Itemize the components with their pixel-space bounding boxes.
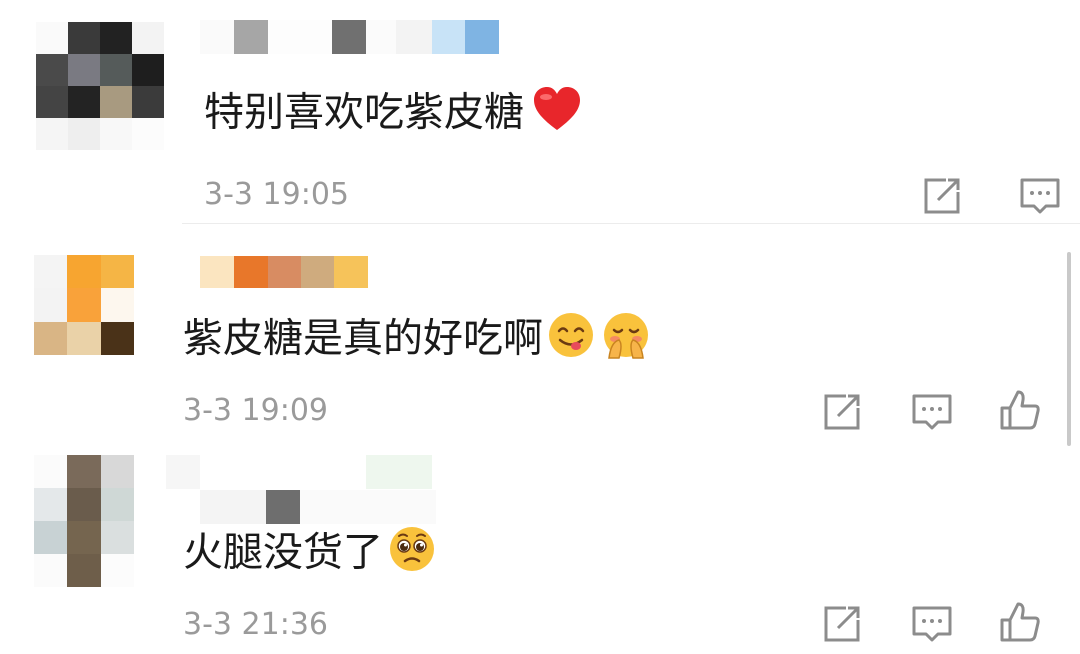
reply-icon[interactable]: [908, 600, 956, 648]
like-icon[interactable]: [996, 386, 1044, 434]
comment-timestamp: 3-3 21:36: [183, 607, 328, 642]
reply-icon[interactable]: [908, 388, 956, 436]
avatar[interactable]: [34, 255, 134, 355]
comment-text: 紫皮糖是真的好吃啊: [183, 310, 651, 371]
shy-emoji: [601, 310, 651, 371]
heart-emoji: [532, 86, 582, 143]
yum-emoji: [547, 311, 595, 370]
share-icon[interactable]: [918, 172, 966, 220]
share-icon[interactable]: [818, 388, 866, 436]
comment-text-content: 特别喜欢吃紫皮糖: [204, 89, 524, 136]
pleading-emoji: [387, 524, 437, 585]
username-redacted[interactable]: [200, 20, 535, 54]
avatar[interactable]: [36, 22, 164, 150]
comment-timestamp: 3-3 19:05: [204, 177, 349, 212]
like-icon[interactable]: [996, 598, 1044, 646]
comment-divider: [182, 223, 1080, 224]
username-redacted[interactable]: [200, 256, 368, 288]
username-redacted[interactable]: [166, 455, 436, 525]
comment-text: 特别喜欢吃紫皮糖: [204, 86, 582, 143]
comment-timestamp: 3-3 19:09: [183, 393, 328, 428]
scrollbar[interactable]: [1067, 252, 1071, 446]
share-icon[interactable]: [818, 600, 866, 648]
comment-text-content: 火腿没货了: [183, 529, 383, 576]
comment-text-content: 紫皮糖是真的好吃啊: [183, 315, 543, 362]
avatar[interactable]: [34, 455, 134, 587]
comment-text: 火腿没货了: [183, 524, 437, 585]
reply-icon[interactable]: [1016, 172, 1064, 220]
